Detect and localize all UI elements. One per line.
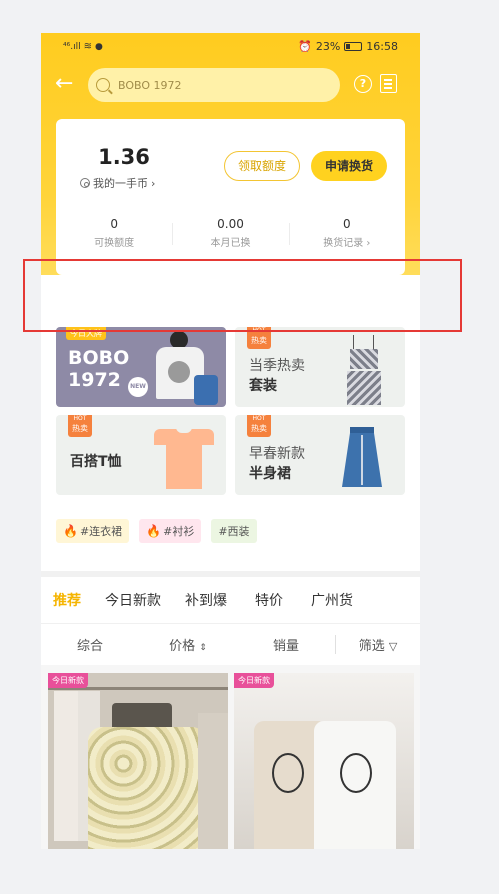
chip-suit[interactable]: #西装 bbox=[211, 519, 257, 543]
filter-icon: ▽ bbox=[388, 640, 398, 653]
signal-icon: ⁴⁶.ıll bbox=[63, 41, 81, 52]
stat-value: 0 bbox=[110, 217, 118, 231]
banner-subtitle: 当季热卖 bbox=[249, 358, 305, 374]
flame-icon: 🔥 bbox=[146, 524, 162, 538]
banner-sets[interactable]: HOT 热卖 当季热卖 套装 bbox=[235, 327, 405, 407]
app-screen: ⁴⁶.ıll ≋ ● ⏰ 23% 16:58 ← BOBO 1972 ? 1.3… bbox=[41, 33, 420, 849]
balance-link[interactable]: 我的一手币 › bbox=[80, 175, 155, 191]
banner-subtitle: 早春新款 bbox=[249, 446, 305, 462]
stats-row: 0 可换额度 0.00 本月已换 0 换货记录 › bbox=[56, 217, 405, 257]
search-text: BOBO 1972 bbox=[118, 78, 182, 92]
new-badge: NEW bbox=[128, 377, 148, 397]
battery-percent: 23% bbox=[315, 40, 341, 53]
search-bar[interactable]: BOBO 1972 bbox=[88, 68, 340, 102]
tab-recommend[interactable]: 推荐 bbox=[41, 590, 93, 610]
balance-label: 我的一手币 bbox=[93, 177, 148, 190]
search-icon bbox=[96, 78, 110, 92]
new-arrival-tag: 今日新款 bbox=[48, 673, 88, 688]
status-right: ⏰ 23% 16:58 bbox=[298, 40, 398, 53]
banner-bobo1972[interactable]: 今日大牌 BOBO 1972 NEW bbox=[56, 327, 226, 407]
banner-title: 半身裙 bbox=[249, 466, 291, 482]
stat-this-month: 0.00 本月已换 bbox=[172, 217, 288, 257]
filter-button[interactable]: 筛选 ▽ bbox=[335, 635, 420, 654]
apply-exchange-button[interactable]: 申请换货 bbox=[311, 151, 387, 181]
list-icon[interactable] bbox=[380, 74, 397, 93]
stat-available: 0 可换额度 bbox=[56, 217, 172, 257]
tshirt-image bbox=[154, 425, 214, 489]
stat-records[interactable]: 0 换货记录 › bbox=[288, 217, 405, 257]
banner-title: 百搭T恤 bbox=[70, 454, 122, 470]
banner-brand-title: BOBO 1972 bbox=[68, 347, 130, 391]
signal-indicators: ⁴⁶.ıll ≋ ● bbox=[63, 41, 103, 52]
balance-value: 1.36 bbox=[98, 145, 150, 169]
clock: 16:58 bbox=[366, 40, 398, 53]
hot-tag: HOT 热卖 bbox=[247, 415, 271, 437]
banner-title: 套装 bbox=[249, 378, 277, 394]
sort-price[interactable]: 价格 ⇕ bbox=[139, 635, 237, 654]
help-icon[interactable]: ? bbox=[354, 75, 372, 93]
chip-dress[interactable]: 🔥 #连衣裙 bbox=[56, 519, 130, 543]
sort-overall[interactable]: 综合 bbox=[41, 635, 139, 654]
new-arrival-tag: 今日新款 bbox=[234, 673, 274, 688]
product-card[interactable]: 今日新款 bbox=[48, 673, 228, 849]
claim-quota-button[interactable]: 领取额度 bbox=[224, 151, 300, 181]
message-icon: ● bbox=[94, 41, 103, 52]
tab-special-price[interactable]: 特价 bbox=[239, 590, 299, 610]
status-bar: ⁴⁶.ıll ≋ ● ⏰ 23% 16:58 bbox=[41, 33, 420, 61]
product-image bbox=[48, 673, 228, 849]
model-photo bbox=[148, 331, 220, 407]
stat-label: 换货记录 › bbox=[323, 238, 371, 249]
hashtag-chips: 🔥 #连衣裙 🔥 #衬衫 #西装 bbox=[56, 519, 257, 543]
stat-label: 可换额度 bbox=[94, 238, 135, 249]
coin-icon bbox=[80, 178, 90, 188]
product-image bbox=[234, 673, 414, 849]
banner-skirts[interactable]: HOT 热卖 早春新款 半身裙 bbox=[235, 415, 405, 495]
battery-icon bbox=[344, 42, 363, 51]
flame-icon: 🔥 bbox=[63, 524, 78, 538]
wifi-icon: ≋ bbox=[83, 41, 92, 52]
highlight-box bbox=[23, 259, 462, 332]
back-arrow-icon[interactable]: ← bbox=[55, 73, 75, 95]
alarm-icon: ⏰ bbox=[298, 40, 312, 53]
hot-tag: HOT 热卖 bbox=[68, 415, 92, 437]
chevron-right-icon: › bbox=[151, 176, 156, 190]
stat-value: 0.00 bbox=[217, 217, 244, 231]
skirt-image bbox=[340, 427, 384, 487]
sort-sales[interactable]: 销量 bbox=[237, 635, 335, 654]
category-tabs: 推荐 今日新款 补到爆 特价 广州货 bbox=[41, 577, 420, 623]
tab-new-today[interactable]: 今日新款 bbox=[93, 590, 173, 610]
tab-restock[interactable]: 补到爆 bbox=[173, 590, 239, 610]
dress-image bbox=[345, 335, 383, 405]
banner-tshirts[interactable]: HOT 热卖 百搭T恤 bbox=[56, 415, 226, 495]
sort-bar: 综合 价格 ⇕ 销量 筛选 ▽ bbox=[41, 623, 420, 665]
exchange-card: 1.36 我的一手币 › 领取额度 申请换货 0 可换额度 0.00 本月已换 … bbox=[56, 119, 405, 275]
tab-guangzhou[interactable]: 广州货 bbox=[299, 590, 365, 610]
top-nav: ← BOBO 1972 ? bbox=[41, 66, 420, 102]
chip-shirt[interactable]: 🔥 #衬衫 bbox=[139, 519, 202, 543]
sort-arrows-icon: ⇕ bbox=[199, 643, 207, 653]
stat-value: 0 bbox=[343, 217, 351, 231]
stat-label: 本月已换 bbox=[210, 238, 251, 249]
product-card[interactable]: 今日新款 bbox=[234, 673, 414, 849]
